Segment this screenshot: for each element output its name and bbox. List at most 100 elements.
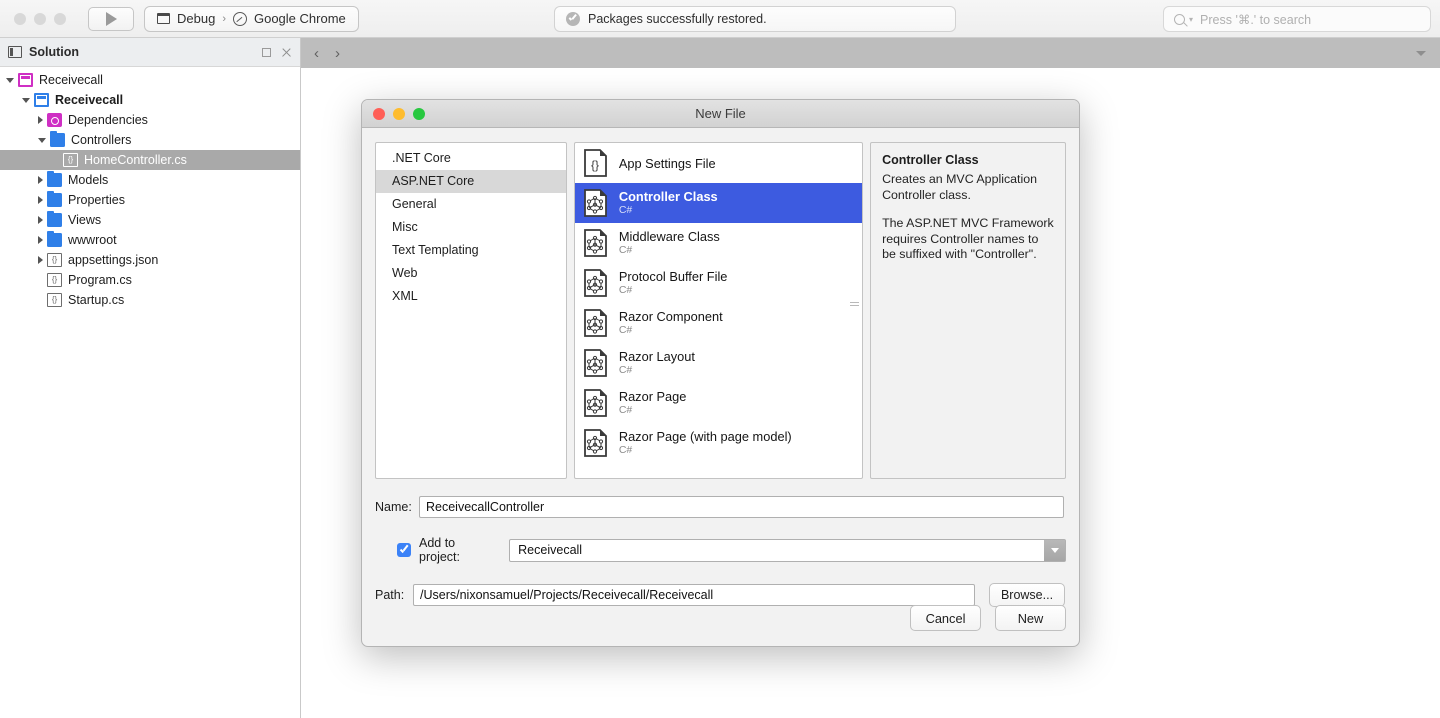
path-input[interactable]: /Users/nixonsamuel/Projects/Receivecall/… <box>413 584 975 606</box>
disclosure-closed-icon[interactable] <box>38 176 43 184</box>
template-item-language: C# <box>619 204 718 217</box>
main-toolbar: Debug › Google Chrome Packages successfu… <box>0 0 1440 38</box>
csharp-file-icon <box>583 428 609 458</box>
tree-item[interactable]: {}Startup.cs <box>0 290 300 310</box>
tree-item-label: Startup.cs <box>68 293 124 307</box>
run-target-label: Google Chrome <box>254 11 346 26</box>
browse-button[interactable]: Browse... <box>989 583 1065 607</box>
template-item[interactable]: Razor ComponentC# <box>575 303 862 343</box>
disclosure-open-icon[interactable] <box>6 78 14 83</box>
dialog-body: .NET CoreASP.NET CoreGeneralMiscText Tem… <box>362 128 1079 647</box>
project-select-value: Receivecall <box>510 543 582 557</box>
solution-pad: Solution Receivecall Receivecall Dependenc… <box>0 38 301 718</box>
csharp-file-icon <box>583 268 609 298</box>
folder-icon <box>47 233 62 247</box>
json-file-icon: {} <box>583 148 609 178</box>
tree-item-label: wwwroot <box>68 233 117 247</box>
template-item[interactable]: Controller ClassC# <box>575 183 862 223</box>
search-box[interactable]: ▾ Press '⌘.' to search <box>1163 6 1431 32</box>
run-configuration-label: Debug <box>177 11 215 26</box>
browser-icon <box>233 12 247 26</box>
disclosure-closed-icon[interactable] <box>38 256 43 264</box>
description-title: Controller Class <box>882 153 1054 167</box>
navstrip-dropdown-icon[interactable] <box>1416 51 1426 56</box>
window-minimize-icon[interactable] <box>34 13 46 25</box>
disclosure-closed-icon[interactable] <box>38 236 43 244</box>
category-item[interactable]: .NET Core <box>376 147 566 170</box>
tree-item[interactable]: Dependencies <box>0 110 300 130</box>
tree-item[interactable]: Receivecall <box>0 70 300 90</box>
status-bar[interactable]: Packages successfully restored. <box>554 6 956 32</box>
search-icon <box>1174 14 1185 25</box>
template-item[interactable]: Razor Page (with page model)C# <box>575 423 862 463</box>
csharp-file-icon <box>583 388 609 418</box>
category-item[interactable]: Web <box>376 262 566 285</box>
solution-pad-header: Solution <box>0 38 300 67</box>
category-item[interactable]: Misc <box>376 216 566 239</box>
new-button[interactable]: New <box>995 605 1066 631</box>
pin-pad-icon[interactable] <box>262 48 271 57</box>
template-list-scrollbar[interactable] <box>850 302 859 309</box>
file-icon: {} <box>63 153 78 167</box>
category-item[interactable]: ASP.NET Core <box>376 170 566 193</box>
solution-pad-icon <box>8 46 22 58</box>
chevron-down-icon[interactable] <box>1044 540 1065 561</box>
template-item-name: App Settings File <box>619 156 716 171</box>
tree-item[interactable]: {} HomeController.cs <box>0 150 300 170</box>
add-to-project-checkbox[interactable] <box>397 543 411 557</box>
category-item[interactable]: General <box>376 193 566 216</box>
file-icon: {} <box>47 253 62 267</box>
disclosure-closed-icon[interactable] <box>38 196 43 204</box>
description-paragraph-2: The ASP.NET MVC Framework requires Contr… <box>882 216 1054 263</box>
navigate-forward-icon[interactable]: › <box>335 45 340 62</box>
template-item[interactable]: Razor PageC# <box>575 383 862 423</box>
project-select[interactable]: Receivecall <box>509 539 1066 562</box>
navigate-back-icon[interactable]: ‹ <box>314 45 319 62</box>
tree-item-label: Receivecall <box>55 93 123 107</box>
window-maximize-icon[interactable] <box>54 13 66 25</box>
tree-item[interactable]: Properties <box>0 190 300 210</box>
template-item-name: Razor Page (with page model) <box>619 429 792 444</box>
folder-icon <box>47 193 62 207</box>
tree-item-label: Views <box>68 213 101 227</box>
tree-item[interactable]: wwwroot <box>0 230 300 250</box>
run-configuration-selector[interactable]: Debug › Google Chrome <box>144 6 359 32</box>
tree-item[interactable]: Receivecall <box>0 90 300 110</box>
template-item[interactable]: Razor LayoutC# <box>575 343 862 383</box>
svg-text:{}: {} <box>591 158 599 172</box>
tree-item[interactable]: Controllers <box>0 130 300 150</box>
search-placeholder: Press '⌘.' to search <box>1200 12 1311 27</box>
window-close-icon[interactable] <box>14 13 26 25</box>
breadcrumb-separator: › <box>222 13 226 25</box>
cancel-button[interactable]: Cancel <box>910 605 981 631</box>
tree-item[interactable]: {}appsettings.json <box>0 250 300 270</box>
category-item[interactable]: Text Templating <box>376 239 566 262</box>
category-list[interactable]: .NET CoreASP.NET CoreGeneralMiscText Tem… <box>375 142 567 479</box>
template-item[interactable]: {} App Settings File <box>575 143 862 183</box>
disclosure-open-icon[interactable] <box>38 138 46 143</box>
template-item-name: Controller Class <box>619 189 718 204</box>
folder-icon <box>47 173 62 187</box>
chevron-down-icon: ▾ <box>1189 15 1193 24</box>
path-field-row: Path: /Users/nixonsamuel/Projects/Receiv… <box>375 583 1066 607</box>
disclosure-closed-icon[interactable] <box>38 216 43 224</box>
template-item-language: C# <box>619 284 728 297</box>
status-message: Packages successfully restored. <box>588 12 767 26</box>
path-label: Path: <box>375 588 413 602</box>
template-list[interactable]: {}App Settings FileController ClassC#Mid… <box>574 142 863 479</box>
tree-item[interactable]: Models <box>0 170 300 190</box>
name-input[interactable]: ReceivecallController <box>419 496 1064 518</box>
project-icon <box>34 93 49 107</box>
tree-item[interactable]: Views <box>0 210 300 230</box>
tree-item[interactable]: {}Program.cs <box>0 270 300 290</box>
disclosure-open-icon[interactable] <box>22 98 30 103</box>
solution-tree: Receivecall Receivecall DependenciesContro… <box>0 67 300 310</box>
template-item[interactable]: Protocol Buffer FileC# <box>575 263 862 303</box>
run-button[interactable] <box>88 7 134 31</box>
close-pad-icon[interactable] <box>281 47 292 58</box>
disclosure-closed-icon[interactable] <box>38 116 43 124</box>
template-item-name: Razor Layout <box>619 349 695 364</box>
template-item[interactable]: Middleware ClassC# <box>575 223 862 263</box>
tree-item-label: HomeController.cs <box>84 153 187 167</box>
category-item[interactable]: XML <box>376 285 566 308</box>
